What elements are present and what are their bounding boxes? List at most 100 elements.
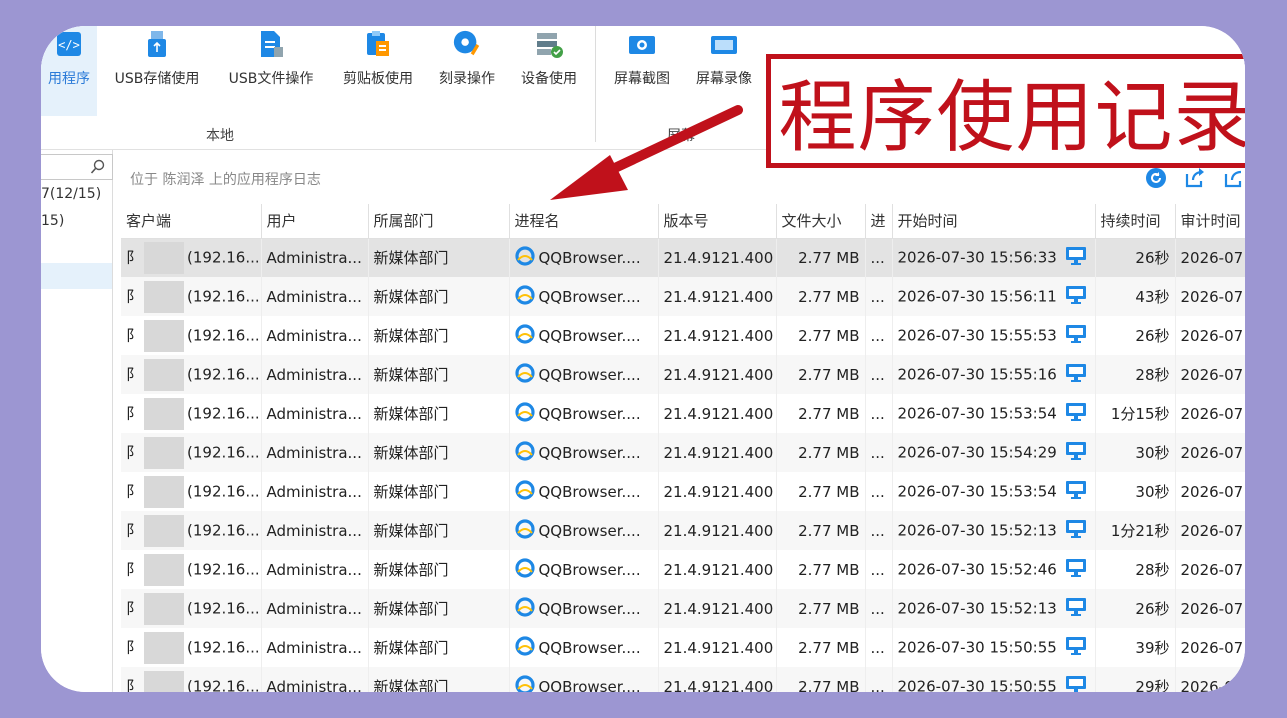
table-row[interactable]: 阝 (192.16... Administra... 新媒体部门 QQBrowser..… [121,628,1245,667]
cell-start-time: 2026-07-30 15:50:55 [892,628,1096,667]
monitor-icon[interactable] [1065,636,1087,660]
ribbon-screenshot-button[interactable]: 屏幕截图 [603,26,681,116]
monitor-icon[interactable] [1065,363,1087,387]
cell-audit-time: 2026-07 [1175,511,1245,550]
tree-item[interactable]: 15) [41,213,64,229]
cell-user: Administra... [261,355,369,394]
table-row[interactable]: 阝 (192.16... Administra... 新媒体部门 QQBrowser..… [121,433,1245,472]
cell-start-time: 2026-07-30 15:56:11 [892,277,1096,316]
column-header[interactable]: 开始时间 [892,204,1096,239]
cell-extra: ... [865,433,893,472]
svg-text:</>: </> [58,38,80,52]
qqbrowser-icon [514,518,535,543]
monitor-icon[interactable] [1065,597,1087,621]
refresh-icon[interactable] [1144,166,1168,190]
cell-user: Administra... [261,628,369,667]
table-row[interactable]: 阝 (192.16... Administra... 新媒体部门 QQBrowser..… [121,316,1245,355]
column-header[interactable]: 用户 [261,204,369,239]
qqbrowser-icon [514,362,535,387]
column-header[interactable]: 文件大小 [776,204,866,239]
cell-version: 21.4.9121.400 [658,589,777,628]
cell-duration: 39秒 [1095,628,1176,667]
tree-item-selected[interactable] [41,263,112,289]
cell-user: Administra... [261,550,369,589]
ribbon-app-usage-button[interactable]: </> 用程序 [41,26,97,116]
table-row[interactable]: 阝 (192.16... Administra... 新媒体部门 QQBrowser..… [121,550,1245,589]
cell-client: 阝 (192.16... [121,472,262,511]
monitor-icon[interactable] [1065,324,1087,348]
qqbrowser-icon [514,557,535,582]
cell-process: QQBrowser.... [509,355,659,394]
cell-size: 2.77 MB [776,472,866,511]
monitor-icon[interactable] [1065,480,1087,504]
table-row[interactable]: 阝 (192.16... Administra... 新媒体部门 QQBrowser..… [121,277,1245,316]
client-prefix: 阝 [126,638,142,656]
ribbon-screen-record-button[interactable]: 屏幕录像 [685,26,763,116]
monitor-icon[interactable] [1065,402,1087,426]
cell-client: 阝 (192.16... [121,433,262,472]
cell-client: 阝 (192.16... [121,355,262,394]
table-row[interactable]: 阝 (192.16... Administra... 新媒体部门 QQBrowser..… [121,238,1245,277]
cell-dept: 新媒体部门 [368,511,510,550]
cell-dept: 新媒体部门 [368,355,510,394]
table-row[interactable]: 阝 (192.16... Administra... 新媒体部门 QQBrowser..… [121,394,1245,433]
table-row[interactable]: 阝 (192.16... Administra... 新媒体部门 QQBrowser..… [121,472,1245,511]
table-row[interactable]: 阝 (192.16... Administra... 新媒体部门 QQBrowser..… [121,511,1245,550]
column-header[interactable]: 进 [865,204,893,239]
ribbon-device-button[interactable]: 设备使用 [513,26,585,116]
ribbon-usb-storage-button[interactable]: USB存储使用 [105,26,209,116]
cell-process: QQBrowser.... [509,316,659,355]
cell-audit-time: 2026-07 [1175,628,1245,667]
left-tree-panel: 7(12/15) 15) [41,150,113,692]
column-header[interactable]: 所属部门 [368,204,510,239]
cell-version: 21.4.9121.400 [658,472,777,511]
ribbon-clipboard-button[interactable]: 剪贴板使用 [333,26,423,116]
cell-extra: ... [865,628,893,667]
monitor-icon[interactable] [1065,519,1087,543]
cell-duration: 43秒 [1095,277,1176,316]
ribbon-label: 屏幕截图 [614,71,670,87]
cell-audit-time: 2026-07 [1175,550,1245,589]
cell-dept: 新媒体部门 [368,433,510,472]
cell-size: 2.77 MB [776,316,866,355]
cell-client: 阝 (192.16... [121,667,262,692]
cell-user: Administra... [261,316,369,355]
ribbon-usb-file-button[interactable]: USB文件操作 [219,26,323,116]
redacted-block [144,475,185,508]
cell-dept: 新媒体部门 [368,238,510,277]
search-icon[interactable] [90,159,106,179]
cell-client: 阝 (192.16... [121,277,262,316]
table-row[interactable]: 阝 (192.16... Administra... 新媒体部门 QQBrowser..… [121,667,1245,692]
cell-size: 2.77 MB [776,628,866,667]
qqbrowser-icon [514,323,535,348]
cell-duration: 1分21秒 [1095,511,1176,550]
ribbon-group-screen: 屏幕 [667,128,695,144]
ribbon-burn-button[interactable]: 刻录操作 [431,26,503,116]
monitor-icon[interactable] [1065,441,1087,465]
export-icon[interactable] [1183,166,1207,190]
client-prefix: 阝 [126,365,142,383]
column-header[interactable]: 客户端 [121,204,262,239]
column-header[interactable]: 持续时间 [1095,204,1176,239]
redacted-block [144,280,185,313]
tree-search-input[interactable] [41,154,113,180]
monitor-icon[interactable] [1065,558,1087,582]
cell-user: Administra... [261,277,369,316]
table-row[interactable]: 阝 (192.16... Administra... 新媒体部门 QQBrowser..… [121,355,1245,394]
app-window: </> 用程序 USB存储使用 USB文件操作 剪贴板使用 刻录操作 设备使用 … [41,26,1245,692]
table-row[interactable]: 阝 (192.16... Administra... 新媒体部门 QQBrowser..… [121,589,1245,628]
cell-client: 阝 (192.16... [121,238,262,277]
column-header[interactable]: 审计时间 [1175,204,1245,239]
cell-size: 2.77 MB [776,589,866,628]
column-header[interactable]: 进程名 [509,204,659,239]
cell-start-time: 2026-07-30 15:54:29 [892,433,1096,472]
column-header[interactable]: 版本号 [658,204,777,239]
cell-process: QQBrowser.... [509,550,659,589]
monitor-icon[interactable] [1065,675,1087,692]
share-icon[interactable] [1222,166,1245,190]
tree-item[interactable]: 7(12/15) [41,186,101,202]
monitor-icon[interactable] [1065,246,1087,270]
qqbrowser-icon [514,596,535,621]
redacted-block [144,436,185,469]
monitor-icon[interactable] [1065,285,1087,309]
